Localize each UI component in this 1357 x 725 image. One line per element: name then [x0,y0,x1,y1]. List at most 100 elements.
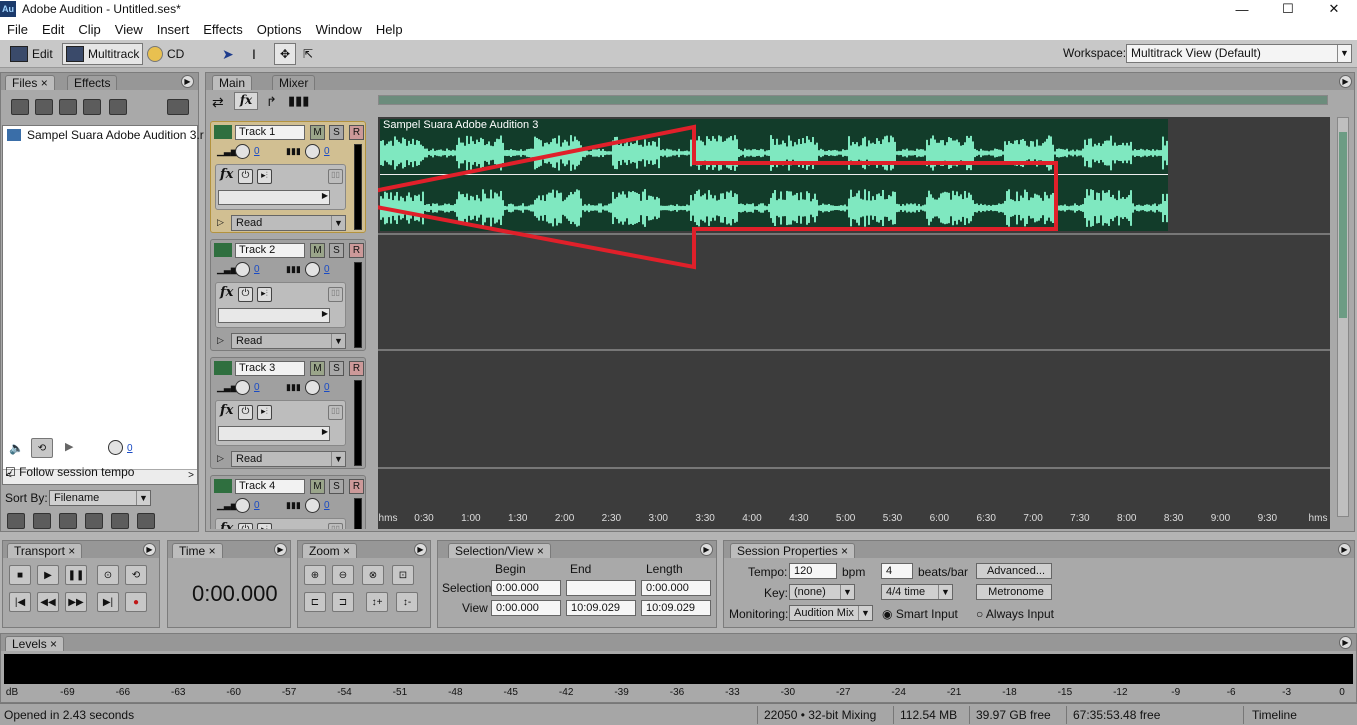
volume-value[interactable]: 0 [254,264,260,275]
volume-value[interactable]: 0 [254,382,260,393]
time-ruler[interactable]: hms 0:30 1:00 1:30 2:00 2:30 3:00 3:30 4:00 4:30 5… [378,505,1330,527]
inputs-outputs-icon[interactable]: ⇄ [212,94,224,111]
preview-volume-value[interactable]: 0 [127,443,133,454]
track-control-4[interactable]: Track 4MSR▁▃▅0▮▮▮0fx⏻▸⫶▯▯▶▷ [210,475,366,529]
cd-view-button[interactable]: CD [147,43,184,65]
chevron-right-icon[interactable]: ▶ [322,427,328,436]
loop-filter-icon[interactable] [33,513,51,529]
insert-effect-icon[interactable]: ▸⫶ [257,405,272,420]
move-tool-icon[interactable]: ➤ [222,43,234,65]
rewind-icon[interactable]: ◀◀ [37,592,59,612]
pan-value[interactable]: 0 [324,146,330,157]
speaker-icon[interactable]: 🔈 [9,441,24,455]
play-from-cursor-icon[interactable]: ⊙ [97,565,119,585]
insert-into-multitrack-icon[interactable] [59,99,77,115]
vertical-scroll-thumb[interactable] [1339,132,1347,318]
record-arm-button[interactable]: R [349,125,364,140]
show-options-icon[interactable] [167,99,189,115]
close-icon[interactable]: × [41,76,48,90]
pan-value[interactable]: 0 [324,500,330,511]
play-file-icon[interactable] [109,99,127,115]
view-end-field[interactable]: 10:09.029 [566,600,636,616]
preview-volume-knob[interactable] [108,440,123,455]
mute-button[interactable]: M [310,125,325,140]
file-item[interactable]: Sampel Suara Adobe Audition 3.r [27,128,204,142]
volume-knob[interactable] [235,498,250,513]
tab-transport[interactable]: Transport × [7,543,83,558]
smart-input-radio[interactable]: ◉ Smart Input [882,607,958,621]
eq-icon[interactable]: ▮▮▮ [288,93,309,109]
show-rack-icon[interactable]: ▯▯ [328,287,343,302]
track-name-field[interactable]: Track 3 [235,361,305,376]
volume-value[interactable]: 0 [254,146,260,157]
pan-knob[interactable] [305,380,320,395]
insert-effect-icon[interactable]: ▸⫶ [257,287,272,302]
record-arm-button[interactable]: R [349,243,364,258]
loop-icon[interactable]: ⟲ [125,565,147,585]
go-to-end-icon[interactable]: ▶| [97,592,119,612]
zoom-to-selection-icon[interactable]: ⊡ [392,565,414,585]
track-name-field[interactable]: Track 2 [235,243,305,258]
loop-play-icon[interactable]: ⟲ [31,438,53,458]
video-filter-icon[interactable] [59,513,77,529]
file-list[interactable]: Sampel Suara Adobe Audition 3.r < > [2,125,204,485]
track-control-1[interactable]: Track 1 M S R ▁▃▅ 0 ▮▮▮ 0 fx ⏻ ▸⫶ ▯▯ ▶ ▷ Read ▼ [210,121,366,233]
power-icon[interactable]: ⏻ [238,169,253,184]
chevron-right-icon[interactable]: > [188,470,194,481]
maximize-icon[interactable]: ☐ [1265,0,1311,18]
selection-begin-field[interactable]: 0:00.000 [491,580,561,596]
sort-by-select[interactable]: Filename ▼ [49,490,151,506]
panel-menu-icon[interactable]: ▶ [414,543,427,556]
view-begin-field[interactable]: 0:00.000 [491,600,561,616]
tab-time[interactable]: Time × [172,543,223,558]
follow-tempo-checkbox[interactable]: ☑ Follow session tempo [5,465,134,479]
insert-effect-icon[interactable]: ▸⫶ [257,169,272,184]
zoom-out-full-icon[interactable]: ⊗ [362,565,384,585]
solo-button[interactable]: S [329,125,344,140]
volume-knob[interactable] [235,144,250,159]
expand-icon[interactable]: ▷ [217,453,224,464]
expand-icon[interactable]: ▷ [217,217,224,228]
expand-icon[interactable]: ▷ [217,335,224,346]
effect-slot[interactable]: ▶ [218,190,330,205]
show-rack-icon[interactable]: ▯▯ [328,169,343,184]
go-to-start-icon[interactable]: |◀ [9,592,31,612]
menu-file[interactable]: File [0,22,35,37]
automation-mode-select[interactable]: Read ▼ [231,215,346,231]
menu-effects[interactable]: Effects [196,22,250,37]
close-file-icon[interactable] [35,99,53,115]
solo-button[interactable]: S [329,243,344,258]
pan-knob[interactable] [305,144,320,159]
sends-icon[interactable]: ↱ [266,94,277,110]
record-icon[interactable]: ● [125,592,147,612]
vertical-scrollbar[interactable] [1337,117,1349,517]
pan-knob[interactable] [305,498,320,513]
multitrack-timeline[interactable]: Sampel Suara Adobe Audition 3 [378,117,1330,529]
volume-value[interactable]: 0 [254,500,260,511]
beats-field[interactable]: 4 [881,563,913,579]
mute-button[interactable]: M [310,479,325,494]
zoom-out-vertical-icon[interactable]: ↕- [396,592,418,612]
zoom-right-edge-icon[interactable]: ⊐ [332,592,354,612]
record-arm-button[interactable]: R [349,361,364,376]
menu-options[interactable]: Options [250,22,309,37]
panel-menu-icon[interactable]: ▶ [700,543,713,556]
panel-menu-icon[interactable]: ▶ [1339,75,1352,88]
pan-knob[interactable] [305,262,320,277]
list-view-icon[interactable] [7,513,25,529]
zoom-left-edge-icon[interactable]: ⊏ [304,592,326,612]
automation-mode-select[interactable]: Read ▼ [231,451,346,467]
effect-slot[interactable]: ▶ [218,308,330,323]
menu-window[interactable]: Window [309,22,369,37]
show-rack-icon[interactable]: ▯▯ [328,405,343,420]
hybrid-tool-icon[interactable]: ✥ [274,43,296,65]
track-control-2[interactable]: Track 2 M S R ▁▃▅ 0 ▮▮▮ 0 fx ⏻ ▸⫶ ▯▯ ▶ ▷ Read ▼ [210,239,366,351]
tab-selection-view[interactable]: Selection/View × [448,543,551,558]
advanced-button[interactable]: Advanced... [976,563,1052,579]
record-arm-button[interactable]: R [349,479,364,494]
pan-value[interactable]: 0 [324,382,330,393]
power-icon[interactable]: ⏻ [238,523,253,529]
zoom-in-horizontal-icon[interactable]: ⊕ [304,565,326,585]
minimize-icon[interactable]: — [1219,0,1265,18]
zoom-out-horizontal-icon[interactable]: ⊖ [332,565,354,585]
